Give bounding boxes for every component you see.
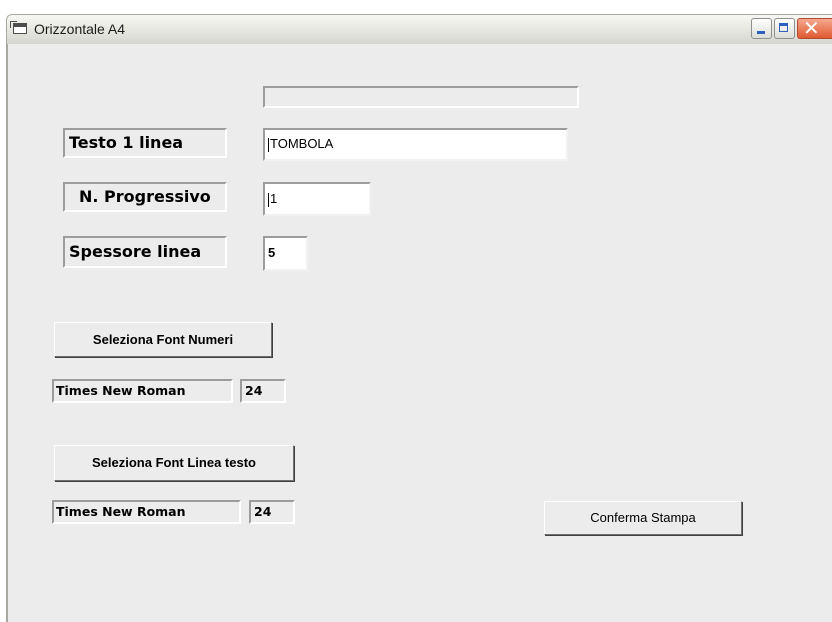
progressive-label: N. Progressivo <box>63 182 227 212</box>
status-frame <box>263 86 579 108</box>
close-icon: ✕ <box>803 18 820 39</box>
text-line-font-name: Times New Roman <box>52 500 241 524</box>
close-button[interactable]: ✕ <box>797 18 832 39</box>
window-icon[interactable] <box>10 21 27 34</box>
text-line-font-size: 24 <box>249 500 295 524</box>
maximize-button[interactable] <box>774 18 795 39</box>
select-numbers-font-button[interactable]: Seleziona Font Numeri <box>54 322 272 357</box>
line-thickness-label: Spessore linea <box>63 236 227 268</box>
progressive-input[interactable]: 1 <box>263 182 371 216</box>
confirm-print-button[interactable]: Conferma Stampa <box>544 501 742 535</box>
title-bar[interactable]: Orizzontale A4 ✕ <box>6 14 832 44</box>
line-thickness-input[interactable]: 5 <box>263 236 308 271</box>
select-text-line-font-button[interactable]: Seleziona Font Linea testo <box>54 445 294 481</box>
text-line-input[interactable]: TOMBOLA <box>263 128 568 161</box>
window-title: Orizzontale A4 <box>34 21 126 37</box>
numbers-font-name: Times New Roman <box>52 379 233 403</box>
progressive-caret <box>268 192 269 207</box>
text-line-label: Testo 1 linea <box>63 128 227 158</box>
text-caret <box>268 137 269 152</box>
app-window: Orizzontale A4 ✕ Testo 1 linea TOMBOLA N… <box>0 0 832 622</box>
numbers-font-size: 24 <box>240 379 286 403</box>
minimize-button[interactable] <box>751 18 772 39</box>
